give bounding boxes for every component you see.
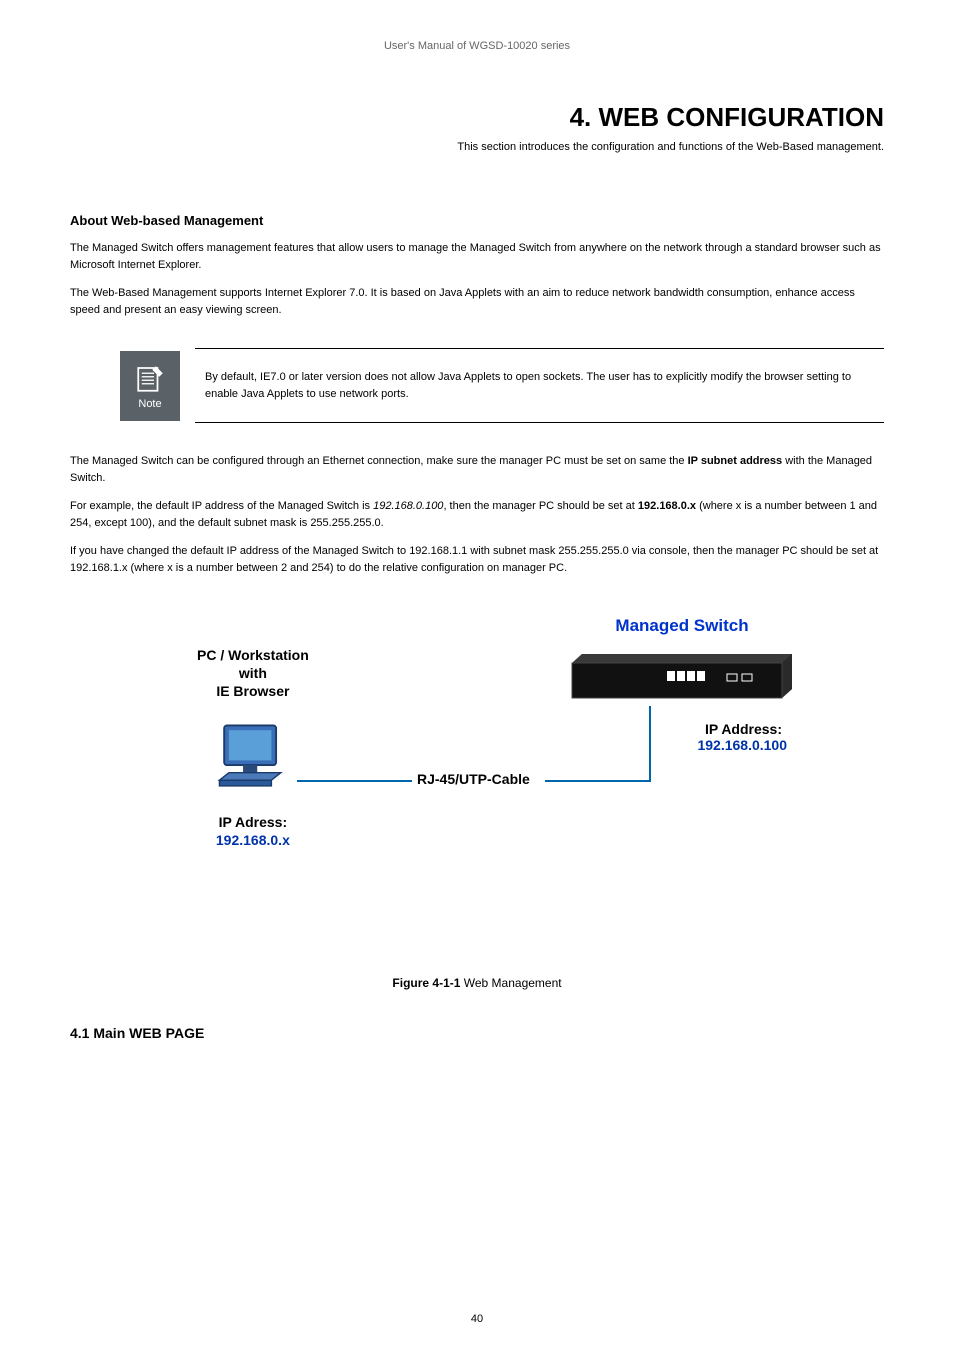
about-para1: The Managed Switch offers management fea… xyxy=(70,240,884,273)
page-header: User's Manual of WGSD-10020 series xyxy=(70,40,884,52)
manual-title: User's Manual of WGSD-10020 series xyxy=(384,40,570,52)
ip-range-bold: 192.168.0.x xyxy=(638,500,696,512)
switch-section: Managed Switch IP Address: 192.168.0.100 xyxy=(567,616,797,753)
chapter-subtitle: This section introduces the configuratio… xyxy=(70,141,884,153)
figure-caption: Figure 4-1-1 Web Management xyxy=(70,976,884,990)
chapter-title: 4. WEB CONFIGURATION xyxy=(70,102,884,133)
page-number: 40 xyxy=(0,1313,954,1325)
note-icon-container: Note xyxy=(120,351,180,421)
section-4-1-heading: 4.1 Main WEB PAGE xyxy=(70,1025,884,1041)
pc-ip-label: IP Adress: xyxy=(197,814,309,830)
switch-ip-label: IP Address: xyxy=(567,721,797,737)
cable-line-left xyxy=(297,780,412,782)
pc-label: PC / Workstation with IE Browser xyxy=(197,646,309,701)
body-para1: The Managed Switch can be configured thr… xyxy=(70,453,884,486)
switch-title: Managed Switch xyxy=(567,616,797,636)
default-ip-italic: 192.168.0.100 xyxy=(373,500,443,512)
about-section: About Web-based Management The Managed S… xyxy=(70,213,884,318)
note-label: Note xyxy=(138,398,161,410)
cable-line-right xyxy=(545,780,650,782)
note-content: By default, IE7.0 or later version does … xyxy=(195,348,884,423)
pc-ip-value: 192.168.0.x xyxy=(197,832,309,848)
pc-section: PC / Workstation with IE Browser IP Adre… xyxy=(197,646,309,848)
note-box: Note By default, IE7.0 or later version … xyxy=(120,348,884,423)
about-heading: About Web-based Management xyxy=(70,213,884,228)
cable-label: RJ-45/UTP-Cable xyxy=(417,771,530,787)
chapter-section: 4. WEB CONFIGURATION This section introd… xyxy=(70,102,884,153)
switch-ip-value: 192.168.0.100 xyxy=(567,737,797,753)
managed-switch-icon xyxy=(567,651,797,701)
notepad-icon xyxy=(133,361,168,396)
network-diagram: PC / Workstation with IE Browser IP Adre… xyxy=(137,616,817,936)
pc-workstation-icon xyxy=(210,716,295,801)
body-para2: For example, the default IP address of t… xyxy=(70,498,884,531)
body-para3: If you have changed the default IP addre… xyxy=(70,543,884,576)
about-para2: The Web-Based Management supports Intern… xyxy=(70,285,884,318)
ip-subnet-bold: IP subnet address xyxy=(688,455,783,467)
